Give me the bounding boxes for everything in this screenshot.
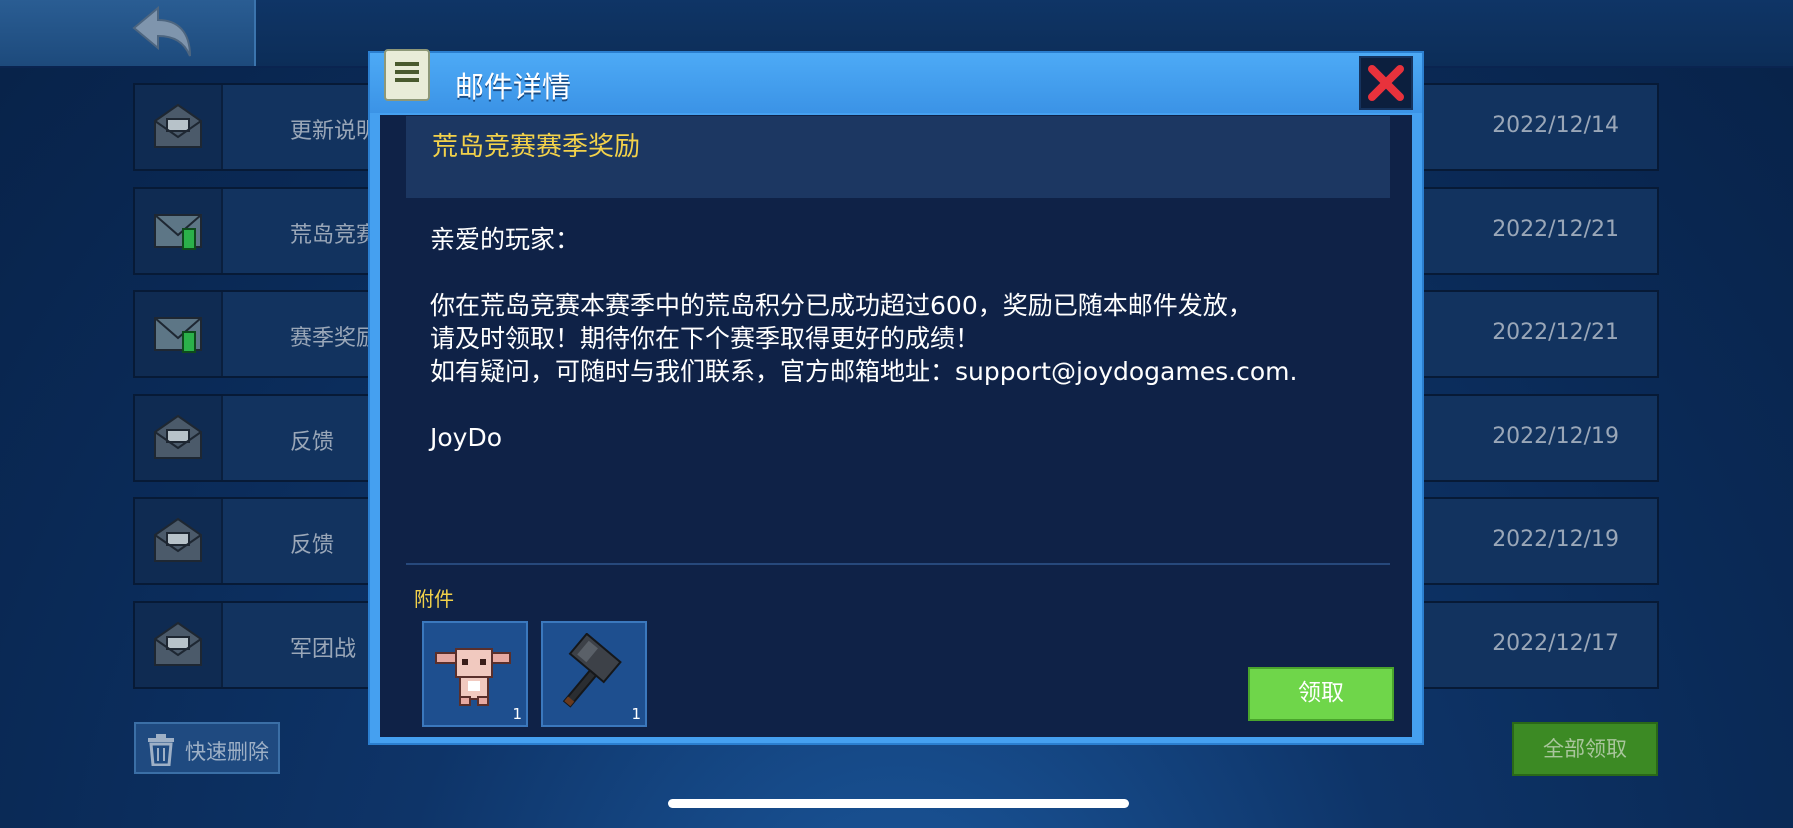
mail-body-line: 如有疑问，可随时与我们联系，官方邮箱地址：support@joydogames.…	[430, 357, 1298, 386]
envelope-open-icon	[154, 517, 202, 562]
envelope-attachment-icon	[154, 214, 202, 250]
mail-subject: 赛季奖励	[290, 326, 379, 351]
attachment-count: 1	[512, 705, 522, 723]
mail-icon-cell	[135, 396, 223, 480]
mail-icon-cell	[135, 499, 223, 583]
close-button[interactable]	[1359, 56, 1413, 110]
claim-all-button[interactable]: 全部领取	[1512, 722, 1658, 776]
mail-subject: 反馈	[290, 533, 335, 558]
mail-date: 2022/12/19	[1492, 527, 1619, 552]
close-icon	[1368, 65, 1404, 101]
mail-title-bar: 荒岛竞赛赛季奖励	[406, 116, 1390, 198]
back-button[interactable]	[0, 0, 256, 66]
mail-title: 荒岛竞赛赛季奖励	[432, 132, 641, 162]
mail-body-line: 你在荒岛竞赛本赛季中的荒岛积分已成功超过600，奖励已随本邮件发放，	[430, 291, 1253, 320]
mail-subject: 反馈	[290, 430, 335, 455]
dialog-body: 荒岛竞赛赛季奖励 亲爱的玩家： 你在荒岛竞赛本赛季中的荒岛积分已成功超过600，…	[380, 115, 1412, 737]
mail-body-line: 请及时领取！期待你在下个赛季取得更好的成绩！	[430, 324, 981, 353]
mail-date: 2022/12/14	[1492, 113, 1619, 138]
claim-button[interactable]: 领取	[1248, 667, 1394, 721]
mail-subject: 更新说明	[290, 119, 379, 144]
envelope-open-icon	[154, 621, 202, 666]
mail-content: 亲爱的玩家： 你在荒岛竞赛本赛季中的荒岛积分已成功超过600，奖励已随本邮件发放…	[430, 223, 1390, 454]
envelope-open-icon	[154, 103, 202, 148]
dialog-title: 邮件详情	[455, 70, 572, 104]
envelope-open-icon	[154, 414, 202, 459]
mail-date: 2022/12/19	[1492, 424, 1619, 449]
mail-detail-dialog: 邮件详情 荒岛竞赛赛季奖励 亲爱的玩家： 你在荒岛竞赛本赛季中的荒岛积分已成功超…	[368, 49, 1424, 745]
bunny-pet-icon	[435, 648, 511, 706]
mail-greeting: 亲爱的玩家：	[430, 225, 581, 254]
attachment-count: 1	[631, 705, 641, 723]
back-arrow-icon	[132, 6, 191, 57]
mail-icon-cell	[135, 603, 223, 687]
dialog-header: 邮件详情	[370, 49, 1422, 113]
document-icon	[384, 49, 430, 101]
mail-subject: 军团战	[290, 637, 357, 662]
quick-delete-label: 快速删除	[185, 740, 269, 764]
trash-icon	[148, 734, 174, 766]
envelope-attachment-icon	[154, 317, 202, 353]
attachments-label: 附件	[414, 587, 454, 611]
hammer-weapon-icon	[562, 633, 622, 708]
mail-date: 2022/12/17	[1492, 631, 1619, 656]
divider	[406, 563, 1390, 565]
mail-subject: 荒岛竞赛	[290, 223, 379, 248]
attachment-item[interactable]: 1	[541, 621, 647, 727]
attachment-item[interactable]: 1	[422, 621, 528, 727]
home-indicator[interactable]	[668, 799, 1129, 808]
mail-icon-cell	[135, 189, 223, 273]
quick-delete-button[interactable]: 快速删除	[134, 722, 280, 774]
mail-date: 2022/12/21	[1492, 217, 1619, 242]
mail-icon-cell	[135, 85, 223, 169]
mail-icon-cell	[135, 292, 223, 376]
mail-signature: JoyDo	[430, 423, 503, 452]
mail-date: 2022/12/21	[1492, 320, 1619, 345]
